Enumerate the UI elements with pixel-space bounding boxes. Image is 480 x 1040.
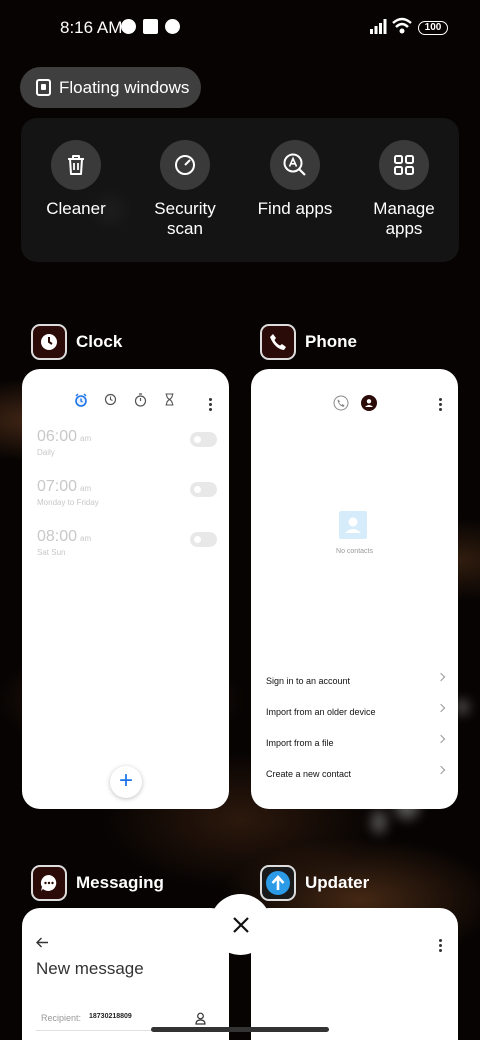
notification-icon [165,19,180,34]
signal-icon [370,19,387,34]
messaging-app-card[interactable]: New message Recipient: 18730218809 [22,908,229,1040]
recipient-label: Recipient: [41,1013,82,1023]
clock-app-header[interactable]: Clock [31,324,122,360]
find-apps-button[interactable]: Find apps [245,140,345,219]
alarm-item[interactable]: 06:00 am Daily [37,428,217,468]
quick-actions-panel: Cleaner Security scan Find apps Manage a… [21,118,459,262]
clock-app-name: Clock [76,332,123,351]
create-contact-label: Create a new contact [266,769,352,779]
floating-windows-button[interactable]: Floating windows [20,67,201,108]
updater-app-name: Updater [305,873,370,892]
wifi-icon [392,17,412,34]
close-all-button[interactable] [210,894,271,955]
notification-icon [121,19,136,34]
close-icon [232,916,249,933]
notification-icon [143,19,158,34]
updater-app-icon [260,865,296,901]
phone-app-card[interactable]: No contacts Sign in to an account Import… [251,369,458,809]
messaging-app-header[interactable]: Messaging [31,865,164,901]
tab-alarm-icon[interactable] [74,393,88,407]
security-scan-label: Security scan [154,199,216,238]
find-apps-icon [283,153,306,176]
alarm-ampm: am [80,434,92,443]
cleaner-button[interactable]: Cleaner [26,140,126,219]
import-file-item[interactable]: Import from a file [266,733,446,753]
import-older-device-label: Import from an older device [266,707,376,717]
alarm-repeat: Daily [37,448,55,457]
manage-apps-button[interactable]: Manage apps [354,140,454,239]
home-indicator[interactable] [151,1027,329,1032]
alarm-toggle[interactable] [190,432,217,447]
empty-contacts-text: No contacts [336,548,373,555]
contact-placeholder-icon [339,511,367,539]
grid-icon [394,155,414,175]
phone-app-name: Phone [305,332,357,351]
recipient-input[interactable]: 18730218809 [89,1013,132,1020]
import-file-label: Import from a file [266,738,334,748]
phone-app-icon [260,324,296,360]
alarm-repeat: Sat Sun [37,548,66,557]
tab-contacts-icon[interactable] [361,395,377,411]
tab-timer-icon[interactable] [164,393,175,406]
floating-window-icon [36,79,51,96]
alarm-time: 07:00 [37,478,78,495]
sign-in-account-item[interactable]: Sign in to an account [266,671,446,691]
updater-app-header[interactable]: Updater [260,865,369,901]
alarm-toggle[interactable] [190,532,217,547]
message-icon [40,874,57,891]
import-older-device-item[interactable]: Import from an older device [266,702,446,722]
phone-more-icon[interactable] [439,398,442,411]
status-bar: 8:16 AM 100 [0,0,480,56]
floating-windows-label: Floating windows [59,77,190,97]
updater-app-card[interactable] [251,908,458,1040]
update-arrow-icon [266,871,290,895]
manage-apps-label: Manage apps [373,199,435,238]
sign-in-account-label: Sign in to an account [266,676,351,686]
alarm-repeat: Monday to Friday [37,498,99,507]
alarm-ampm: am [80,484,92,493]
clock-icon [41,334,57,350]
clock-app-icon [31,324,67,360]
back-arrow-icon[interactable] [36,937,49,948]
battery-icon: 100 [418,21,448,35]
contact-picker-icon[interactable] [195,1012,206,1025]
add-alarm-button[interactable]: + [110,766,142,798]
security-scan-button[interactable]: Security scan [135,140,235,239]
alarm-item[interactable]: 07:00 am Monday to Friday [37,478,217,518]
updater-more-icon[interactable] [439,939,442,952]
clock-app-card[interactable]: 06:00 am Daily 07:00 am Monday to Friday 0… [22,369,229,809]
alarm-item[interactable]: 08:00 am Sat Sun [37,528,217,568]
alarm-time: 06:00 [37,428,78,445]
alarm-time: 08:00 [37,528,78,545]
security-scan-icon [175,155,195,175]
alarm-toggle[interactable] [190,482,217,497]
find-apps-label: Find apps [257,199,333,218]
trash-icon [68,155,84,175]
messaging-app-icon [31,865,67,901]
alarm-ampm: am [80,534,92,543]
messaging-app-name: Messaging [76,873,164,892]
phone-icon [270,334,286,350]
clock-more-icon[interactable] [209,398,212,411]
tab-stopwatch-icon[interactable] [134,393,147,407]
tab-recents-icon[interactable] [333,395,349,411]
create-contact-item[interactable]: Create a new contact [266,764,446,784]
new-message-title: New message [36,959,144,978]
phone-app-header[interactable]: Phone [260,324,357,360]
clock-tabs [22,393,229,409]
cleaner-label: Cleaner [46,199,106,218]
status-time: 8:16 AM [60,18,123,37]
tab-world-clock-icon[interactable] [104,393,117,406]
